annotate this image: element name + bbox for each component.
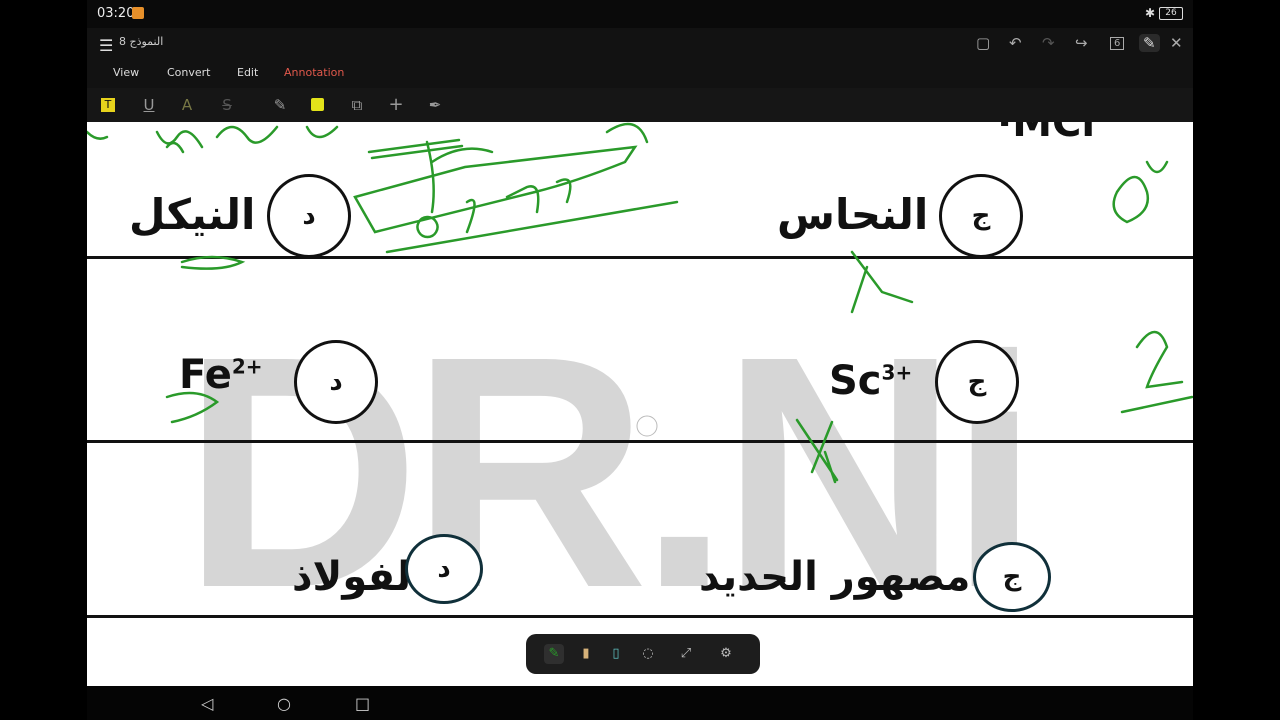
bluetooth-icon: ✱ — [1145, 6, 1156, 20]
text-color-icon[interactable]: A — [177, 95, 197, 115]
strikethrough-icon[interactable]: S — [217, 95, 237, 115]
shape-recognize-icon[interactable]: ⤢ — [676, 644, 696, 664]
annotation-toolbar: T U A S ✎ ⧉ + ✒ — [87, 88, 1193, 122]
document-title: النموذج 8 — [119, 35, 164, 48]
back-icon[interactable]: ◁ — [201, 694, 213, 713]
green-pen-icon[interactable]: ✎ — [544, 644, 564, 664]
add-icon[interactable]: + — [386, 95, 406, 115]
home-icon[interactable]: ○ — [277, 694, 291, 713]
highlight-icon[interactable]: T — [101, 98, 115, 112]
tab-annotation[interactable]: Annotation — [284, 66, 344, 79]
menu-icon[interactable]: ☰ — [99, 36, 113, 55]
notification-icon — [132, 7, 144, 19]
edit-icon[interactable]: ✎ — [1139, 34, 1160, 52]
handwriting-annotations — [87, 122, 1193, 484]
status-time: 03:20 — [97, 6, 135, 21]
system-nav-bar: ◁ ○ □ — [87, 686, 1193, 720]
pen-icon[interactable]: ✎ — [270, 95, 290, 115]
marker-icon[interactable]: ▮ — [576, 644, 596, 664]
tab-convert[interactable]: Convert — [167, 66, 211, 79]
close-icon[interactable]: ✕ — [1170, 34, 1183, 52]
tab-edit[interactable]: Edit — [237, 66, 258, 79]
highlighter-box-icon[interactable] — [311, 98, 324, 111]
eraser-icon[interactable]: ▯ — [606, 644, 626, 664]
save-icon[interactable]: ▢ — [976, 34, 990, 52]
pages-icon[interactable]: 6 — [1110, 37, 1125, 50]
tablet-screen: 03:20 ✱ 26 ☰ النموذج 8 View Convert Edit… — [87, 0, 1193, 720]
signature-icon[interactable]: ✒ — [425, 95, 445, 115]
lasso-icon[interactable]: ◌ — [638, 644, 658, 664]
app-header: ☰ النموذج 8 View Convert Edit Annotation… — [87, 28, 1193, 88]
pen-panel: ✎ ▮ ▯ ◌ ⤢ ⚙ — [526, 634, 760, 674]
status-bar: 03:20 ✱ 26 — [87, 0, 1193, 28]
tab-view[interactable]: View — [113, 66, 139, 79]
battery-icon: 26 — [1159, 7, 1183, 20]
settings-icon[interactable]: ⚙ — [716, 644, 736, 664]
share-icon[interactable]: ↪ — [1075, 34, 1088, 52]
shapes-icon[interactable]: ⧉ — [347, 95, 367, 115]
underline-icon[interactable]: U — [139, 95, 159, 115]
recents-icon[interactable]: □ — [355, 694, 370, 713]
pdf-page[interactable]: DR.Ni ·MCl النيكل د النحاس ج Fe2+ د Sc3+… — [87, 122, 1193, 686]
redo-icon[interactable]: ↷ — [1042, 34, 1055, 52]
undo-icon[interactable]: ↶ — [1009, 34, 1022, 52]
